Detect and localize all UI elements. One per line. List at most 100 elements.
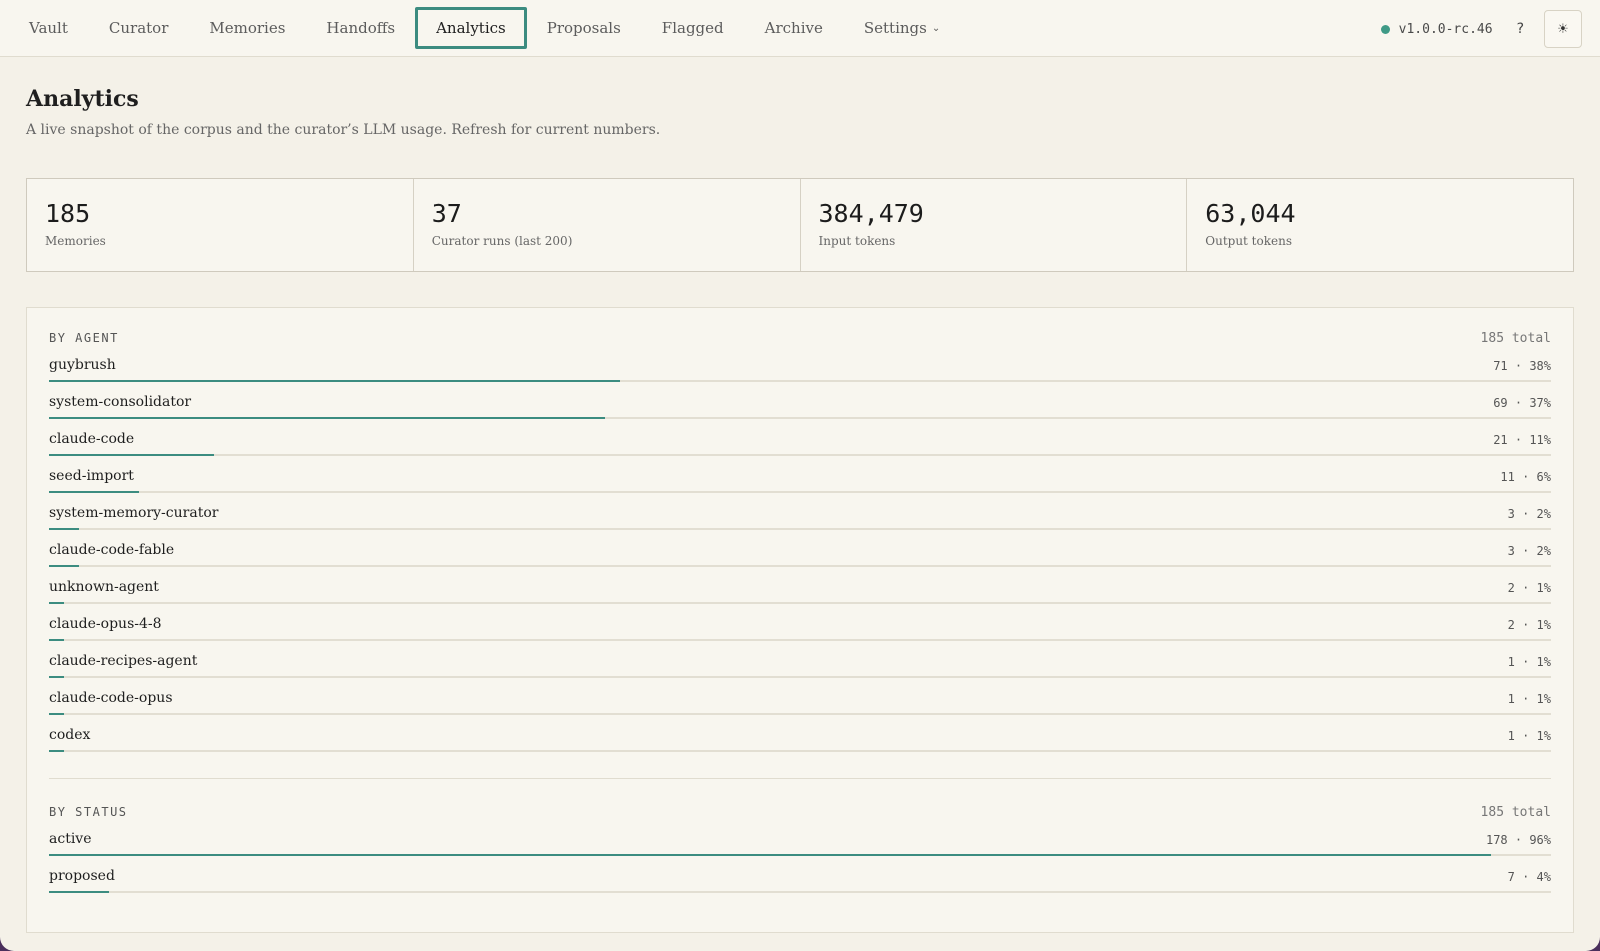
stat-card: 185 Memories [27, 179, 414, 271]
row-bar-track [49, 676, 1551, 678]
tab-memories[interactable]: Memories [188, 7, 306, 49]
row-bar-track [49, 713, 1551, 715]
row-bar-track [49, 565, 1551, 567]
row-bar-fill [49, 491, 140, 493]
row-bar-fill [49, 380, 620, 382]
breakdown-panel: BY AGENT 185 total guybrush 71 · 38% syste… [26, 307, 1574, 933]
breakdown-row: claude-opus-4-8 2 · 1% [49, 615, 1551, 652]
tab-curator[interactable]: Curator [88, 7, 189, 49]
breakdown-row: guybrush 71 · 38% [49, 356, 1551, 393]
tab-vault[interactable]: Vault [8, 7, 89, 49]
row-label: claude-opus-4-8 [49, 616, 162, 632]
by-status-title: BY STATUS [49, 805, 128, 819]
top-nav: Vault Curator Memories Handoffs Analytics Pro… [0, 0, 1600, 57]
breakdown-row: system-consolidator 69 · 37% [49, 393, 1551, 430]
breakdown-row: codex 1 · 1% [49, 726, 1551, 763]
by-status-total: 185 total [1480, 805, 1551, 820]
stat-card: 63,044 Output tokens [1187, 179, 1573, 271]
page-title: Analytics [26, 86, 139, 112]
row-label: claude-code [49, 431, 135, 447]
by-status-header: BY STATUS 185 total [49, 805, 1551, 820]
tab-label: Flagged [661, 19, 724, 37]
row-stat: 69 · 37% [1493, 396, 1551, 410]
breakdown-row: unknown-agent 2 · 1% [49, 578, 1551, 615]
row-stat: 3 · 2% [1507, 544, 1551, 558]
theme-toggle-button[interactable]: ☀ [1544, 10, 1582, 48]
tab-label: Settings [863, 19, 927, 37]
row-stat: 21 · 11% [1493, 433, 1551, 447]
section-divider [49, 778, 1551, 779]
row-bar-fill [49, 891, 110, 893]
row-bar-track [49, 491, 1551, 493]
tab-label: Analytics [436, 19, 506, 37]
breakdown-row: claude-code-opus 1 · 1% [49, 689, 1551, 726]
version-label: v1.0.0-rc.46 [1398, 21, 1493, 37]
breakdown-row: proposed 7 · 4% [49, 867, 1551, 904]
stat-label: Curator runs (last 200) [431, 234, 573, 248]
breakdown-row: active 178 · 96% [49, 830, 1551, 867]
row-bar-fill [49, 639, 65, 641]
tab-archive[interactable]: Archive [744, 7, 844, 49]
row-bar-track [49, 417, 1551, 419]
stat-label: Output tokens [1205, 234, 1292, 248]
by-agent-total: 185 total [1480, 331, 1551, 346]
row-label: claude-recipes-agent [49, 653, 198, 669]
row-label: system-consolidator [49, 394, 192, 410]
row-stat: 3 · 2% [1507, 507, 1551, 521]
chevron-down-icon: ⌄ [931, 22, 941, 34]
row-bar-fill [49, 454, 215, 456]
help-button[interactable]: ? [1517, 21, 1524, 37]
stat-value: 63,044 [1205, 199, 1296, 228]
tab-label: Curator [108, 19, 169, 37]
tab-label: Vault [29, 19, 68, 37]
row-label: codex [49, 727, 91, 743]
row-bar-fill [49, 750, 65, 752]
tab-proposals[interactable]: Proposals [526, 7, 642, 49]
row-bar-fill [49, 602, 65, 604]
stat-card: 37 Curator runs (last 200) [414, 179, 801, 271]
row-stat: 1 · 1% [1507, 729, 1551, 743]
row-label: claude-code-fable [49, 542, 175, 558]
row-label: guybrush [49, 357, 116, 373]
breakdown-row: claude-code 21 · 11% [49, 430, 1551, 467]
page-subtitle: A live snapshot of the corpus and the cu… [26, 122, 661, 138]
row-bar-track [49, 528, 1551, 530]
row-bar-track [49, 454, 1551, 456]
row-label: unknown-agent [49, 579, 159, 595]
stat-value: 384,479 [818, 199, 924, 228]
row-stat: 71 · 38% [1493, 359, 1551, 373]
tab-label: Memories [209, 19, 286, 37]
row-label: proposed [49, 868, 115, 884]
breakdown-row: claude-code-fable 3 · 2% [49, 541, 1551, 578]
nav-right: v1.0.0-rc.46 ? ☀ [1380, 9, 1582, 49]
by-agent-header: BY AGENT 185 total [49, 331, 1551, 346]
row-bar-track [49, 380, 1551, 382]
by-status-rows: active 178 · 96% proposed 7 · 4% [49, 830, 1551, 904]
tab-analytics[interactable]: Analytics [415, 7, 527, 49]
stats-strip: 185 Memories 37 Curator runs (last 200) 384,… [26, 178, 1574, 272]
stat-value: 37 [431, 199, 462, 228]
row-bar-track [49, 891, 1551, 893]
by-agent-title: BY AGENT [49, 331, 119, 345]
row-stat: 7 · 4% [1507, 870, 1551, 884]
row-bar-fill [49, 565, 80, 567]
row-stat: 178 · 96% [1485, 833, 1551, 847]
stat-card: 384,479 Input tokens [801, 179, 1188, 271]
row-stat: 2 · 1% [1507, 618, 1551, 632]
row-stat: 2 · 1% [1507, 581, 1551, 595]
tab-handoffs[interactable]: Handoffs [305, 7, 416, 49]
row-label: active [49, 831, 92, 847]
row-bar-track [49, 602, 1551, 604]
row-label: claude-code-opus [49, 690, 173, 706]
row-bar-fill [49, 417, 605, 419]
breakdown-row: system-memory-curator 3 · 2% [49, 504, 1551, 541]
nav-tabs: Vault Curator Memories Handoffs Analytics Pro… [0, 0, 960, 56]
row-bar-track [49, 639, 1551, 641]
row-bar-fill [49, 676, 65, 678]
tab-label: Archive [764, 19, 823, 37]
row-bar-fill [49, 713, 65, 715]
app-window: Vault Curator Memories Handoffs Analytics Pro… [0, 0, 1600, 951]
tab-flagged[interactable]: Flagged [641, 7, 745, 49]
stat-label: Memories [45, 234, 106, 248]
tab-settings[interactable]: Settings ⌄ [843, 7, 961, 49]
